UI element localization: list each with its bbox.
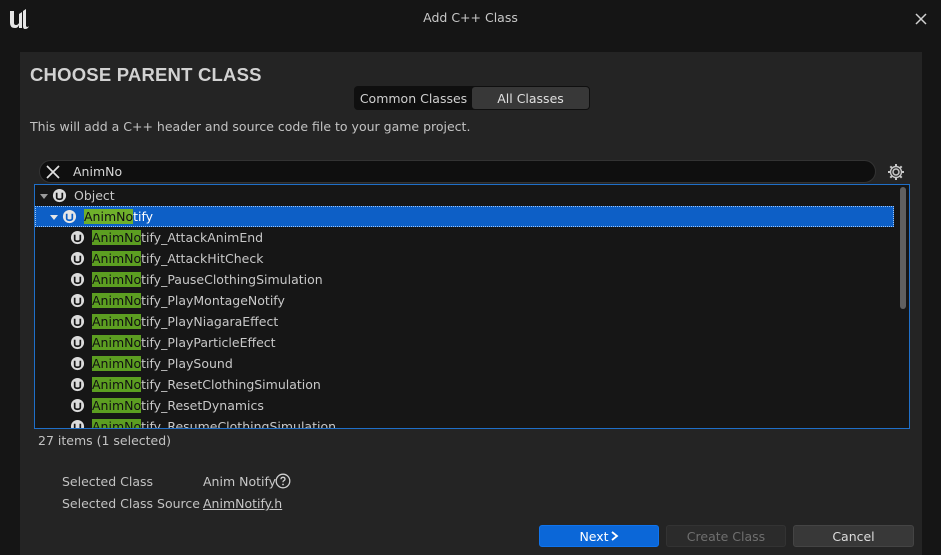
unreal-class-icon — [70, 419, 85, 428]
tab-common-classes[interactable]: Common Classes — [355, 87, 472, 109]
class-filter-tabs: Common Classes All Classes — [354, 86, 590, 110]
expand-arrow-icon[interactable] — [38, 190, 50, 202]
unreal-class-icon — [70, 251, 85, 266]
selected-class-source-label: Selected Class Source — [62, 496, 200, 511]
search-match-highlight: AnimNo — [92, 272, 142, 287]
cancel-button[interactable]: Cancel — [793, 525, 914, 547]
create-class-button[interactable]: Create Class — [666, 525, 786, 547]
tree-row-label: tify — [133, 209, 154, 224]
search-box — [39, 160, 876, 183]
unreal-class-icon — [70, 293, 85, 308]
question-circle-icon[interactable] — [275, 473, 291, 489]
unreal-class-icon — [62, 209, 77, 224]
title-bar: Add C++ Class — [0, 0, 941, 38]
tree-row-child[interactable]: AnimNo tify_PlaySound — [35, 353, 894, 374]
search-match-highlight: AnimNo — [84, 209, 134, 224]
scrollbar-thumb[interactable] — [900, 187, 906, 309]
tree-row-label: Object — [74, 188, 115, 203]
gear-icon[interactable] — [886, 162, 906, 182]
search-match-highlight: AnimNo — [92, 356, 142, 371]
tree-row-child[interactable]: AnimNo tify_PlayParticleEffect — [35, 332, 894, 353]
unreal-class-icon — [52, 188, 67, 203]
unreal-class-icon — [70, 398, 85, 413]
tree-row-child[interactable]: AnimNo tify_ResetDynamics — [35, 395, 894, 416]
tree-row-child[interactable]: AnimNo tify_AttackHitCheck — [35, 248, 894, 269]
expand-arrow-icon[interactable] — [48, 211, 60, 223]
next-button-label: Next — [579, 528, 609, 544]
tree-row-object[interactable]: Object — [35, 185, 897, 206]
class-tree: Object AnimNo tify AnimNo tify_AttackAnimE… — [34, 184, 910, 429]
search-match-highlight: AnimNo — [92, 419, 142, 428]
selected-class-value: Anim Notify — [203, 474, 277, 489]
close-button[interactable] — [909, 8, 933, 30]
tree-row-label: tify_AttackAnimEnd — [141, 230, 264, 245]
tree-row-child[interactable]: AnimNo tify_PlayMontageNotify — [35, 290, 894, 311]
page-title: CHOOSE PARENT CLASS — [30, 64, 262, 85]
unreal-class-icon — [70, 335, 85, 350]
search-match-highlight: AnimNo — [92, 293, 142, 308]
tree-row-label: tify_PlaySound — [141, 356, 233, 371]
unreal-class-icon — [70, 230, 85, 245]
search-match-highlight: AnimNo — [92, 398, 142, 413]
selected-class-label: Selected Class — [62, 474, 154, 489]
tree-row-selected[interactable]: AnimNo tify — [35, 206, 894, 227]
next-button[interactable]: Next — [539, 525, 659, 547]
tree-row-label: tify_ResumeClothingSimulation — [141, 419, 337, 429]
scrollbar[interactable] — [900, 187, 906, 427]
tree-row-child[interactable]: AnimNo tify_ResumeClothingSimulation — [35, 416, 894, 429]
chevron-right-icon — [611, 531, 619, 541]
tree-row-label: tify_ResetClothingSimulation — [141, 377, 321, 392]
clear-search-icon[interactable] — [45, 164, 61, 180]
search-match-highlight: AnimNo — [92, 377, 142, 392]
tree-row-label: tify_PlayNiagaraEffect — [141, 314, 279, 329]
search-match-highlight: AnimNo — [92, 251, 142, 266]
unreal-class-icon — [70, 314, 85, 329]
search-match-highlight: AnimNo — [92, 230, 142, 245]
search-match-highlight: AnimNo — [92, 314, 142, 329]
tree-row-label: tify_ResetDynamics — [141, 398, 264, 413]
tree-row-child[interactable]: AnimNo tify_ResetClothingSimulation — [35, 374, 894, 395]
unreal-class-icon — [70, 377, 85, 392]
search-match-highlight: AnimNo — [92, 335, 142, 350]
tab-all-classes[interactable]: All Classes — [472, 87, 589, 109]
item-count: 27 items (1 selected) — [38, 433, 172, 448]
tree-row-label: tify_PauseClothingSimulation — [141, 272, 323, 287]
tree-row-child[interactable]: AnimNo tify_AttackAnimEnd — [35, 227, 894, 248]
unreal-class-icon — [70, 272, 85, 287]
close-icon — [915, 13, 927, 25]
search-input[interactable] — [73, 162, 863, 181]
selected-class-source-link[interactable]: AnimNotify.h — [203, 496, 282, 511]
unreal-class-icon — [70, 356, 85, 371]
dialog-panel: CHOOSE PARENT CLASS Common Classes All C… — [20, 52, 922, 555]
tree-row-label: tify_AttackHitCheck — [141, 251, 264, 266]
window-title: Add C++ Class — [423, 10, 518, 25]
tree-row-child[interactable]: AnimNo tify_PlayNiagaraEffect — [35, 311, 894, 332]
description-text: This will add a C++ header and source co… — [30, 119, 471, 134]
tree-row-label: tify_PlayMontageNotify — [141, 293, 285, 308]
tree-row-child[interactable]: AnimNo tify_PauseClothingSimulation — [35, 269, 894, 290]
tree-row-label: tify_PlayParticleEffect — [141, 335, 276, 350]
